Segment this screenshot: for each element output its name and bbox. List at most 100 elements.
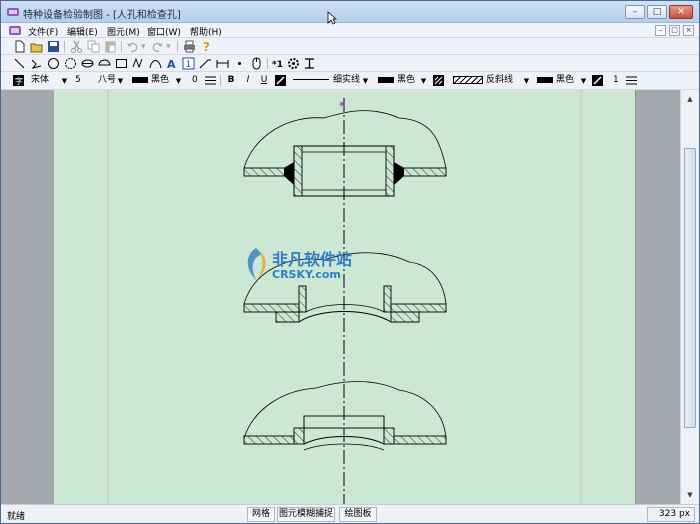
open-icon[interactable] [30,40,43,53]
tolerance-icon[interactable] [303,57,316,70]
font-icon: 字 [13,75,24,86]
document-menu-icon[interactable] [9,26,21,35]
undo-icon[interactable] [126,40,139,53]
hatch-color-dropdown-icon[interactable]: ▼ [579,74,588,88]
center-marker[interactable]: * [339,99,345,113]
maximize-button[interactable]: □ [647,5,667,19]
hatch-scale-value[interactable]: 1 [610,74,622,88]
hatch-color-select[interactable]: 黑色 [534,74,582,88]
drawing-board-toggle[interactable]: 绘图板 [339,507,377,522]
hatch-sample [453,75,483,84]
number-icon[interactable]: 1 [182,57,195,70]
help-icon[interactable]: ? [200,40,213,53]
drawing-sheet[interactable]: * [54,90,636,504]
drawing-canvas[interactable]: * [54,90,636,504]
watermark-text-en: CRSKY.com [272,268,341,281]
ellipse-icon[interactable] [81,57,94,70]
scroll-down-arrow-icon[interactable]: ▼ [684,489,696,501]
svg-text:*1: *1 [272,60,283,70]
manhole-section-3[interactable] [243,381,447,451]
line-icon[interactable] [13,57,26,70]
line-type-dropdown-icon[interactable]: ▼ [361,74,370,88]
spline-icon[interactable] [149,57,162,70]
svg-text:字: 字 [15,76,23,86]
circle-icon[interactable] [47,57,60,70]
menu-help[interactable]: 帮助(H) [190,25,222,38]
color-swatch [537,76,553,83]
new-icon[interactable] [13,40,26,53]
scroll-thumb[interactable] [684,148,696,428]
minimize-button[interactable]: – [625,5,645,19]
hatch-type-label: 反斜线 [486,75,514,85]
manhole-section-1[interactable] [243,110,447,197]
mouse-icon[interactable] [250,57,263,70]
undo-dropdown-icon[interactable]: ▾ [141,42,146,52]
toolbar-separator [267,58,268,69]
text-icon[interactable]: A [165,57,178,70]
svg-text:?: ? [203,40,210,53]
hatch-icon [433,75,444,86]
mouse-cursor-icon [327,11,337,25]
toolbar-separator [121,41,122,52]
bold-button[interactable]: B [225,74,237,87]
point-icon[interactable] [233,57,246,70]
redo-dropdown-icon[interactable]: ▾ [166,42,171,52]
line-color-dropdown-icon[interactable]: ▼ [419,74,428,88]
italic-button[interactable]: I [242,74,254,87]
underline-button[interactable]: U [258,74,270,87]
char-size-dropdown-icon[interactable]: ▼ [116,74,125,88]
color-swatch [378,76,394,83]
toolbar-separator [220,75,221,86]
child-minimize-button[interactable]: – [655,25,666,36]
child-restore-button[interactable]: □ [669,25,680,36]
toolbar-separator [177,41,178,52]
grid-toggle[interactable]: 网格 [247,507,275,522]
symbol-icon[interactable]: *1 [271,57,284,70]
menu-edit[interactable]: 编辑(E) [67,25,98,38]
text-color-label: 黑色 [151,75,170,85]
print-icon[interactable] [183,40,196,53]
drawing-toolbar: A 1 *1 [1,55,699,72]
spacing-value[interactable]: 0 [189,74,201,88]
title-bar[interactable]: 特种设备检验制图 - [人孔和检查孔] – □ ✕ [1,1,699,23]
hatch-type-dropdown-icon[interactable]: ▼ [522,74,531,88]
font-name-select[interactable]: 宋体 [28,74,64,88]
drawing-area[interactable]: * 非凡软件站 CRSKY.com [1,90,699,504]
copy-icon[interactable] [87,40,100,53]
line-type-label: 细实线 [333,75,361,85]
paste-icon[interactable] [104,40,117,53]
font-size-value[interactable]: 5 [72,74,96,88]
text-color-dropdown-icon[interactable]: ▼ [174,74,183,88]
arc-icon[interactable] [64,57,77,70]
redo-icon[interactable] [151,40,164,53]
status-bar: 就绪 网格 图元模糊捕捉 绘图板 323 px [1,504,699,523]
svg-text:1: 1 [186,60,192,70]
gear-icon[interactable] [287,57,300,70]
app-window: 特种设备检验制图 - [人孔和检查孔] – □ ✕ 文件(F) 编辑(E) 图元… [0,0,700,524]
scroll-up-arrow-icon[interactable]: ▲ [684,93,696,105]
line-type-select[interactable]: 细实线 [290,74,364,88]
curve-icon[interactable] [132,57,145,70]
cut-icon[interactable] [70,40,83,53]
menu-file[interactable]: 文件(F) [28,25,58,38]
close-button[interactable]: ✕ [669,5,693,19]
line-sample [293,79,329,80]
rectangle-icon[interactable] [115,57,128,70]
child-close-button[interactable]: × [683,25,694,36]
hatch-align-icon[interactable] [625,74,638,87]
align-icon[interactable] [204,74,217,87]
leader-icon[interactable] [199,57,212,70]
hatch-type-select[interactable]: 反斜线 [450,74,524,88]
save-icon[interactable] [47,40,60,53]
polyline-icon[interactable] [30,57,43,70]
dimension-icon[interactable] [216,57,229,70]
hatch-scale-icon [592,75,603,86]
line-color-select[interactable]: 黑色 [375,74,423,88]
half-ellipse-icon[interactable] [98,57,111,70]
menu-window[interactable]: 窗口(W) [147,25,181,38]
snap-toggle[interactable]: 图元模糊捕捉 [277,507,335,522]
vertical-scrollbar[interactable]: ▲ ▼ [680,90,699,504]
watermark-text-cn: 非凡软件站 [272,250,353,269]
font-name-dropdown-icon[interactable]: ▼ [60,74,69,88]
menu-element[interactable]: 图元(M) [107,25,140,38]
